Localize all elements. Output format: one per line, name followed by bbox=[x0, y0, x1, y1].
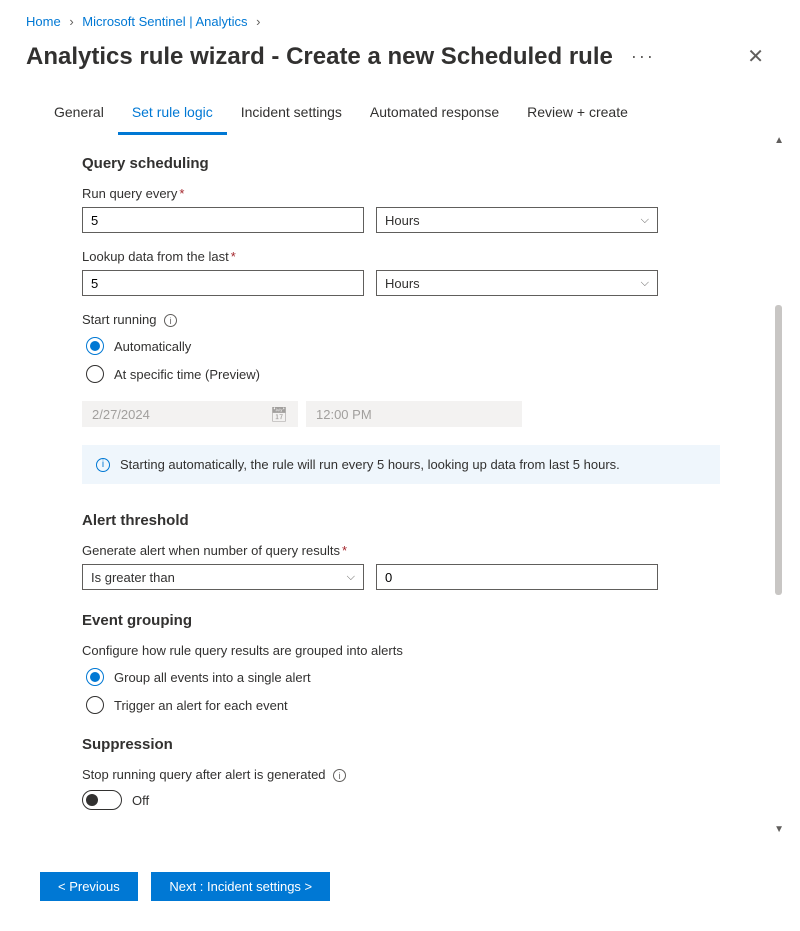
radio-icon bbox=[86, 696, 104, 714]
chevron-right-icon: › bbox=[69, 14, 73, 29]
scroll-up-icon[interactable]: ▲ bbox=[774, 135, 784, 146]
chevron-right-icon: › bbox=[256, 14, 260, 29]
input-lookup-value[interactable] bbox=[82, 270, 364, 296]
section-event-grouping: Event grouping bbox=[82, 612, 720, 629]
section-alert-threshold: Alert threshold bbox=[82, 512, 720, 529]
radio-specific-time[interactable]: At specific time (Preview) bbox=[86, 365, 720, 383]
label-suppression: Stop running query after alert is genera… bbox=[82, 767, 720, 782]
scroll-down-icon[interactable]: ▼ bbox=[774, 824, 784, 835]
select-run-every-unit[interactable]: Hours ⌵ bbox=[376, 207, 658, 233]
calendar-icon: 📅︎ bbox=[270, 406, 288, 423]
more-icon[interactable]: ··· bbox=[631, 46, 655, 67]
select-lookup-unit[interactable]: Hours ⌵ bbox=[376, 270, 658, 296]
info-banner: i Starting automatically, the rule will … bbox=[82, 445, 720, 484]
radio-icon bbox=[86, 365, 104, 383]
input-start-date: 2/27/2024 📅︎ bbox=[82, 401, 298, 427]
input-start-time: 12:00 PM bbox=[306, 401, 522, 427]
input-run-every-value[interactable] bbox=[82, 207, 364, 233]
chevron-down-icon: ⌵ bbox=[641, 277, 649, 290]
label-lookup: Lookup data from the last* bbox=[82, 249, 720, 264]
chevron-down-icon: ⌵ bbox=[347, 571, 355, 584]
radio-icon bbox=[86, 337, 104, 355]
close-icon[interactable]: ✕ bbox=[737, 39, 774, 74]
select-threshold-operator[interactable]: Is greater than ⌵ bbox=[82, 564, 364, 590]
bc-sentinel[interactable]: Microsoft Sentinel | Analytics bbox=[82, 14, 247, 29]
label-run-every: Run query every* bbox=[82, 186, 720, 201]
radio-group-single-alert[interactable]: Group all events into a single alert bbox=[86, 668, 720, 686]
previous-button[interactable]: < Previous bbox=[40, 872, 138, 901]
input-threshold-value[interactable] bbox=[376, 564, 658, 590]
scrollbar-thumb[interactable] bbox=[775, 305, 782, 595]
tab-review-create[interactable]: Review + create bbox=[513, 96, 642, 135]
label-start-running: Start running i bbox=[82, 312, 720, 327]
radio-automatically[interactable]: Automatically bbox=[86, 337, 720, 355]
toggle-state-label: Off bbox=[132, 793, 149, 808]
page-title: Analytics rule wizard - Create a new Sch… bbox=[26, 43, 613, 71]
radio-icon bbox=[86, 668, 104, 686]
section-query-scheduling: Query scheduling bbox=[82, 155, 720, 172]
radio-trigger-each-event[interactable]: Trigger an alert for each event bbox=[86, 696, 720, 714]
tab-incident-settings[interactable]: Incident settings bbox=[227, 96, 356, 135]
tabs: General Set rule logic Incident settings… bbox=[0, 86, 800, 135]
section-suppression: Suppression bbox=[82, 736, 720, 753]
toggle-suppression[interactable] bbox=[82, 790, 122, 810]
tab-general[interactable]: General bbox=[40, 96, 118, 135]
info-icon[interactable]: i bbox=[164, 314, 177, 327]
label-threshold: Generate alert when number of query resu… bbox=[82, 543, 720, 558]
bc-home[interactable]: Home bbox=[26, 14, 61, 29]
chevron-down-icon: ⌵ bbox=[641, 214, 649, 227]
info-icon[interactable]: i bbox=[333, 769, 346, 782]
tab-set-rule-logic[interactable]: Set rule logic bbox=[118, 96, 227, 135]
breadcrumb: Home › Microsoft Sentinel | Analytics › bbox=[0, 0, 800, 35]
label-grouping: Configure how rule query results are gro… bbox=[82, 643, 720, 658]
next-button[interactable]: Next : Incident settings > bbox=[151, 872, 330, 901]
info-icon: i bbox=[96, 458, 110, 472]
tab-automated-response[interactable]: Automated response bbox=[356, 96, 513, 135]
footer: < Previous Next : Incident settings > bbox=[0, 856, 800, 931]
